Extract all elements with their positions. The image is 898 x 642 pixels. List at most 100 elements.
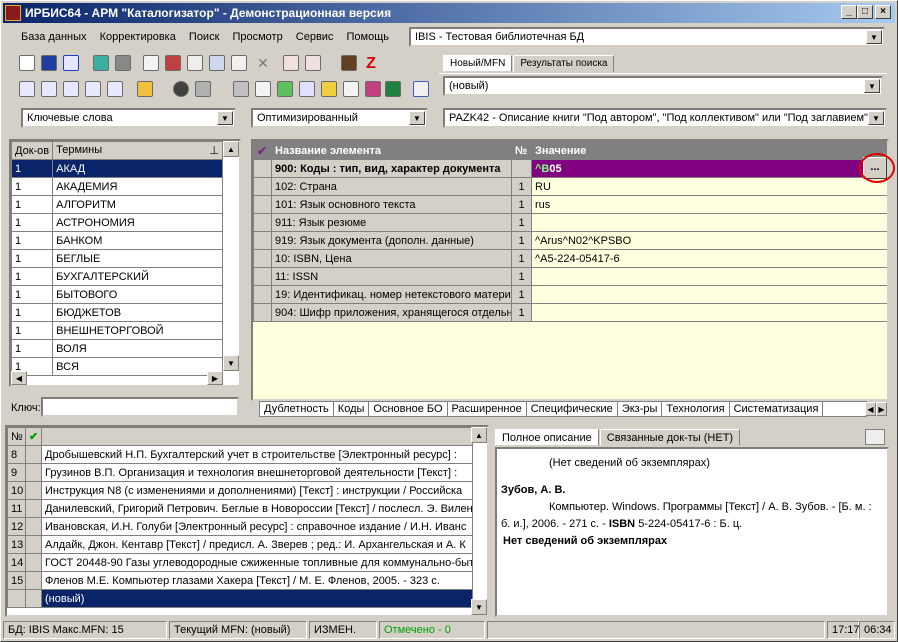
- document-row[interactable]: 9 Грузинов В.П. Организация и технология …: [7, 463, 473, 482]
- menu-help[interactable]: Помощь: [347, 31, 390, 43]
- terms-row[interactable]: 1 ВОЛЯ: [11, 339, 223, 358]
- mode-select[interactable]: Оптимизированный ▼: [251, 108, 428, 128]
- record-select[interactable]: (новый) ▼: [443, 76, 883, 96]
- document-mark[interactable]: [25, 553, 42, 572]
- document-mark[interactable]: [25, 463, 42, 482]
- field-value[interactable]: [531, 285, 887, 304]
- chevron-down-icon[interactable]: ▼: [866, 30, 882, 44]
- tab-new-mfn[interactable]: Новый/MFN: [443, 55, 513, 72]
- scroll-left-button[interactable]: ◀: [11, 371, 27, 385]
- field-row[interactable]: 904: Шифр приложения, хранящегося отдель…: [253, 303, 887, 322]
- menu-database[interactable]: База данных: [21, 31, 87, 43]
- menu-service[interactable]: Сервис: [296, 31, 334, 43]
- minimize-button[interactable]: _: [841, 5, 857, 19]
- tab-full-description[interactable]: Полное описание: [495, 429, 599, 446]
- terms-header-count[interactable]: Док-ов: [11, 141, 54, 160]
- fields-header-number[interactable]: №: [511, 141, 532, 160]
- terms-row[interactable]: 1 АСТРОНОМИЯ: [11, 213, 223, 232]
- scroll-right-button[interactable]: ▶: [207, 371, 223, 385]
- printer-icon[interactable]: [233, 81, 249, 97]
- docs-header-number[interactable]: №: [7, 427, 26, 446]
- field-row[interactable]: 911: Язык резюме 1: [253, 213, 887, 232]
- menu-edit[interactable]: Корректировка: [100, 31, 176, 43]
- terms-row[interactable]: 1 БУХГАЛТЕРСКИЙ: [11, 267, 223, 286]
- pin-icon[interactable]: ⊥: [209, 144, 219, 157]
- maximize-button[interactable]: □: [857, 5, 873, 19]
- field-value[interactable]: [531, 213, 887, 232]
- docs-scroll-down[interactable]: ▼: [471, 599, 487, 615]
- edit-icon[interactable]: [231, 55, 247, 71]
- new-record-icon[interactable]: [19, 55, 35, 71]
- document-mark[interactable]: [25, 499, 42, 518]
- arrow-left-icon[interactable]: [93, 55, 109, 71]
- field-value[interactable]: rus: [531, 195, 887, 214]
- worksheet-tab[interactable]: Технология: [662, 402, 730, 416]
- folder-icon[interactable]: [321, 81, 337, 97]
- scroll-up-button[interactable]: ▲: [223, 141, 239, 157]
- field-value[interactable]: ^Arus^N02^KPSBO: [531, 231, 887, 250]
- menu-search[interactable]: Поиск: [189, 31, 219, 43]
- search-doc-icon[interactable]: [41, 81, 57, 97]
- document-row[interactable]: 12 Ивановская, И.Н. Голуби [Электронный р…: [7, 517, 473, 536]
- document-mark[interactable]: [25, 589, 42, 608]
- delete-icon[interactable]: ✕: [255, 55, 271, 71]
- print-description-icon[interactable]: [865, 429, 885, 445]
- database-select[interactable]: IBIS - Тестовая библиотечная БД ▼: [409, 27, 885, 47]
- terms-row[interactable]: 1 ВСЯ: [11, 357, 223, 376]
- save-icon[interactable]: [41, 55, 57, 71]
- document-icon[interactable]: [255, 81, 271, 97]
- arrow-right-icon[interactable]: [115, 55, 131, 71]
- terms-row[interactable]: 1 ВНЕШНЕТОРГОВОЙ: [11, 321, 223, 340]
- terms-row[interactable]: 1 БЕГЛЫЕ: [11, 249, 223, 268]
- field-value[interactable]: ^A5-224-05417-6: [531, 249, 887, 268]
- terms-header-term[interactable]: Термины ⊥: [52, 141, 223, 160]
- field-value[interactable]: ^B05: [531, 159, 887, 178]
- key-input[interactable]: [41, 397, 239, 417]
- document-row[interactable]: (новый): [7, 589, 473, 608]
- chart-icon[interactable]: [365, 81, 381, 97]
- worksheet-tab[interactable]: Основное БО: [369, 402, 448, 416]
- tabs-scroll-right[interactable]: ▶: [876, 402, 887, 416]
- chevron-down-icon[interactable]: ▼: [868, 111, 884, 125]
- dictionary-select[interactable]: Ключевые слова ▼: [21, 108, 236, 128]
- menu-view[interactable]: Просмотр: [232, 31, 282, 43]
- z-icon[interactable]: Z: [363, 55, 379, 72]
- document-row[interactable]: 10 Инструкция N8 (с изменениями и дополне…: [7, 481, 473, 500]
- list-icon[interactable]: [209, 55, 225, 71]
- field-row[interactable]: 10: ISBN, Цена 1 ^A5-224-05417-6: [253, 249, 887, 268]
- field-row[interactable]: 101: Язык основного текста 1 rus: [253, 195, 887, 214]
- table-icon[interactable]: [165, 55, 181, 71]
- terms-row[interactable]: 1 АЛГОРИТМ: [11, 195, 223, 214]
- worksheet-tab[interactable]: Дублетность: [260, 402, 334, 416]
- terms-row[interactable]: 1 БЫТОВОГО: [11, 285, 223, 304]
- fields-header-name[interactable]: Название элемента: [271, 141, 512, 160]
- terms-row[interactable]: 1 АКАДЕМИЯ: [11, 177, 223, 196]
- document-mark[interactable]: [25, 571, 42, 590]
- page-icon[interactable]: [343, 81, 359, 97]
- field-value[interactable]: RU: [531, 177, 887, 196]
- tab-linked-documents[interactable]: Связанные док-ты (НЕТ): [599, 429, 741, 446]
- field-row[interactable]: 11: ISSN 1: [253, 267, 887, 286]
- document-mark[interactable]: [25, 481, 42, 500]
- document-arrow-icon[interactable]: [277, 81, 293, 97]
- handshake-icon[interactable]: [137, 81, 153, 97]
- document-row[interactable]: 15 Фленов М.Е. Компьютер глазами Хакера […: [7, 571, 473, 590]
- comment-icon[interactable]: [85, 81, 101, 97]
- document-mark[interactable]: [25, 535, 42, 554]
- stack-icon[interactable]: [195, 81, 211, 97]
- export-icon[interactable]: [305, 55, 321, 71]
- print-icon[interactable]: [187, 55, 203, 71]
- help-icon[interactable]: [413, 81, 429, 97]
- field-row[interactable]: 900: Коды : тип, вид, характер документа…: [253, 159, 887, 178]
- field-value[interactable]: [531, 303, 887, 322]
- import-icon[interactable]: [283, 55, 299, 71]
- pages-icon[interactable]: [299, 81, 315, 97]
- document-row[interactable]: 14 ГОСТ 20448-90 Газы углеводородные сжиж…: [7, 553, 473, 572]
- chevron-down-icon[interactable]: ▼: [864, 79, 880, 93]
- close-button[interactable]: ×: [875, 5, 891, 19]
- message-icon[interactable]: [19, 81, 35, 97]
- terms-row[interactable]: 1 АКАД: [11, 159, 223, 178]
- fields-header-value[interactable]: Значение: [531, 141, 887, 160]
- terms-row[interactable]: 1 БАНКОМ: [11, 231, 223, 250]
- worksheet-tab[interactable]: Экз-ры: [618, 402, 663, 416]
